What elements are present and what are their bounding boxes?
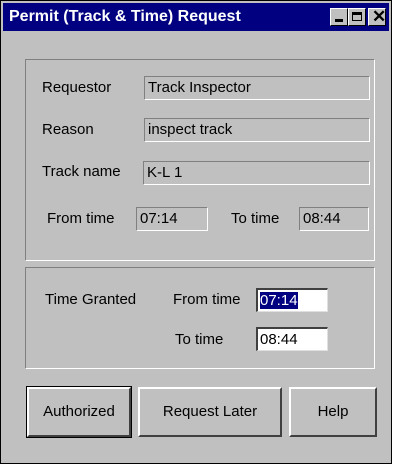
time-granted-group: Time Granted From time 07:14 To time 08:…: [25, 267, 375, 369]
reason-field: inspect track: [144, 118, 370, 142]
maximize-icon[interactable]: [348, 8, 366, 26]
from-time-field: 07:14: [136, 207, 208, 231]
track-name-label: Track name: [42, 163, 121, 180]
to-time-field: 08:44: [299, 207, 369, 231]
request-later-button[interactable]: Request Later: [138, 387, 282, 437]
permit-request-window: Permit (Track & Time) Request ✕ Requesto…: [0, 0, 392, 464]
title-bar[interactable]: Permit (Track & Time) Request ✕: [3, 3, 389, 31]
help-button[interactable]: Help: [289, 387, 377, 437]
to-time-label: To time: [231, 210, 280, 227]
granted-from-time-label: From time: [173, 291, 241, 308]
granted-to-time-input[interactable]: 08:44: [256, 327, 328, 351]
granted-from-time-value: 07:14: [260, 292, 298, 309]
requestor-field: Track Inspector: [144, 76, 370, 100]
time-granted-label: Time Granted: [45, 291, 137, 308]
granted-from-time-input[interactable]: 07:14: [256, 288, 328, 312]
requestor-label: Requestor: [42, 79, 112, 96]
reason-label: Reason: [42, 121, 94, 138]
track-name-field: K-L 1: [143, 161, 370, 185]
granted-to-time-label: To time: [175, 331, 224, 348]
close-icon[interactable]: ✕: [368, 7, 386, 26]
window-title: Permit (Track & Time) Request: [9, 8, 241, 25]
minimize-icon[interactable]: [330, 8, 348, 26]
authorized-button[interactable]: Authorized: [26, 386, 132, 438]
from-time-label: From time: [47, 210, 115, 227]
request-details-group: Requestor Track Inspector Reason inspect…: [25, 59, 375, 261]
